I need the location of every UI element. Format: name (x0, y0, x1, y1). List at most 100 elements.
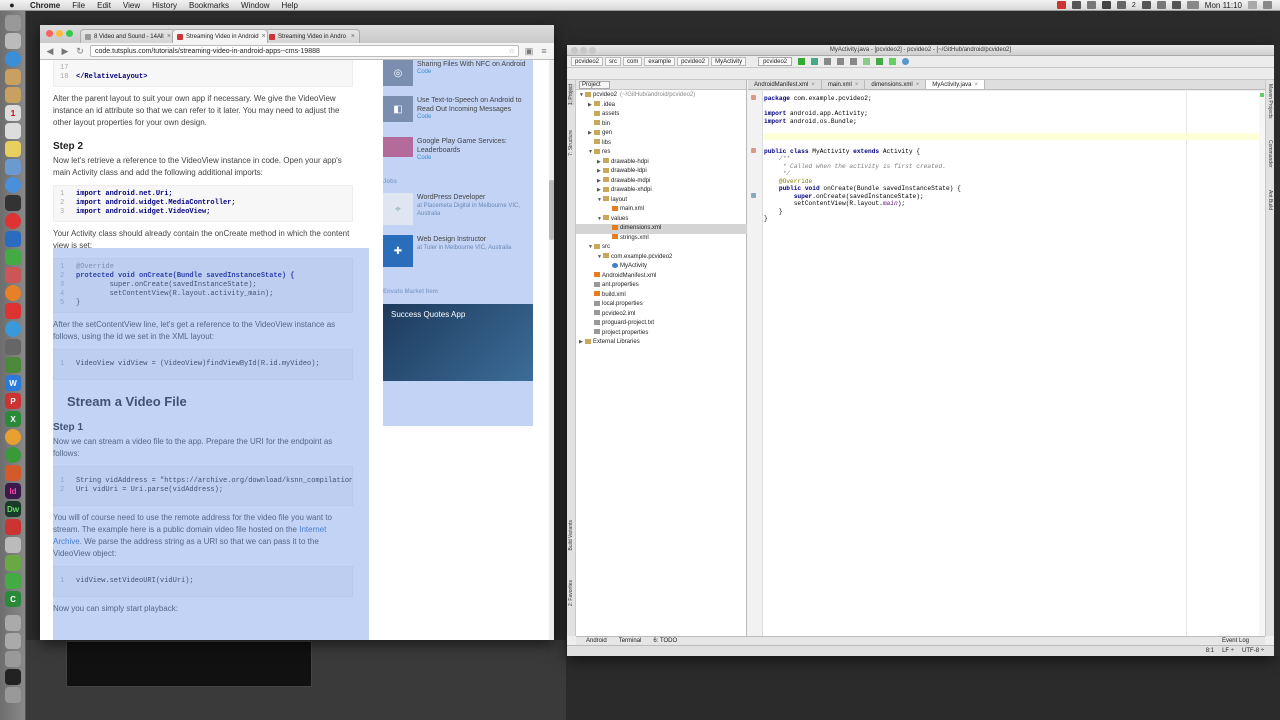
tree-item[interactable]: ▶ gen (576, 129, 747, 139)
chrome-icon[interactable] (5, 213, 21, 229)
breadcrumb-item[interactable]: com (623, 57, 643, 66)
folder-icon[interactable] (5, 651, 21, 667)
reload-icon[interactable]: ↻ (75, 46, 85, 57)
tray-app-icon[interactable] (1101, 1, 1111, 9)
calendar-icon[interactable]: 1 (5, 105, 21, 121)
firefox-icon[interactable] (5, 285, 21, 301)
project-tool-button[interactable]: 1: Project (568, 84, 574, 106)
tree-item[interactable]: ▶ External Libraries (576, 338, 747, 348)
tree-item[interactable]: strings.xml (576, 234, 747, 244)
app-icon[interactable] (5, 429, 21, 445)
dreamweaver-icon[interactable]: Dw (5, 501, 21, 517)
toolbar-icon[interactable] (837, 58, 845, 65)
app-store-icon[interactable] (5, 231, 21, 247)
override-icon[interactable] (751, 193, 756, 198)
terminal-icon[interactable] (5, 195, 21, 211)
app-icon[interactable] (5, 447, 21, 463)
tree-item[interactable]: ▼ layout (576, 196, 747, 206)
battery-icon[interactable] (1186, 1, 1199, 9)
tree-item[interactable]: ▼ pcvideo2 (~/GitHub/android/pcvideo2) (576, 91, 747, 101)
minimize-window-button[interactable] (580, 47, 587, 54)
commander-tool-button[interactable]: Commander (1267, 140, 1273, 168)
ant-build-tool-button[interactable]: Ant Build (1267, 190, 1273, 210)
fold-icon[interactable] (751, 148, 756, 153)
forward-icon[interactable]: ▶ (60, 46, 70, 57)
app-icon[interactable] (5, 303, 21, 319)
tree-item[interactable]: build.xml (576, 291, 747, 301)
editor-tab-active[interactable]: MyActivity.java × (926, 80, 986, 89)
menu-file[interactable]: File (66, 1, 91, 10)
bookmark-star-icon[interactable]: ☆ (509, 47, 518, 55)
tree-item[interactable]: ▶ drawable-hdpi (576, 158, 747, 168)
wifi-icon[interactable] (1156, 1, 1166, 9)
tree-item[interactable]: ▼ com.example.pcvideo2 (576, 253, 747, 263)
page-scrollbar[interactable] (549, 60, 554, 640)
fold-icon[interactable] (751, 95, 756, 100)
android-tool-button[interactable]: Android (586, 637, 607, 645)
app-icon[interactable] (5, 267, 21, 283)
menu-help[interactable]: Help (275, 1, 303, 10)
menu-history[interactable]: History (146, 1, 183, 10)
cursor-position[interactable]: 8:1 (1206, 646, 1214, 656)
editor-tab[interactable]: AndroidManifest.xml × (748, 80, 822, 89)
sdk-manager-icon[interactable] (876, 58, 884, 65)
acrobat-icon[interactable] (5, 519, 21, 535)
browser-tab[interactable]: Streaming Video in Andro × (264, 29, 360, 43)
powerpoint-icon[interactable]: P (5, 393, 21, 409)
tree-item[interactable]: AndroidManifest.xml (576, 272, 747, 282)
code-editor[interactable]: package com.example.pcvideo2; import and… (748, 91, 1265, 636)
sidebar-article-tag[interactable]: Code (417, 69, 526, 75)
excel-icon[interactable]: X (5, 411, 21, 427)
android-icon[interactable] (5, 555, 21, 571)
record-icon[interactable] (1056, 1, 1066, 9)
menu-window[interactable]: Window (235, 1, 275, 10)
tree-item[interactable]: ant.properties (576, 281, 747, 291)
indesign-icon[interactable]: Id (5, 483, 21, 499)
tree-item[interactable]: MyActivity (576, 262, 747, 272)
messages-icon[interactable] (5, 177, 21, 193)
tree-item[interactable]: dimensions.xml (576, 224, 747, 234)
todo-tool-button[interactable]: 6: TODO (653, 637, 677, 645)
tree-item[interactable]: ▼ values (576, 215, 747, 225)
close-tab-icon[interactable]: × (167, 33, 171, 40)
toolbar-icon[interactable] (824, 58, 832, 65)
tree-item[interactable]: ▶ drawable-ldpi (576, 167, 747, 177)
job-listing[interactable]: ⌖ WordPress Developer at Placemeta Digita… (383, 193, 533, 225)
address-bar[interactable]: code.tutsplus.com/tutorials/streaming-vi… (90, 45, 519, 57)
close-tab-icon[interactable]: × (855, 80, 859, 90)
tree-item[interactable]: main.xml (576, 205, 747, 215)
browser-tab[interactable]: 8 Video and Sound - 14All × (80, 29, 176, 43)
volume-icon[interactable] (1171, 1, 1181, 9)
close-window-button[interactable] (46, 30, 53, 37)
android-studio-icon[interactable] (5, 573, 21, 589)
close-tab-icon[interactable]: × (811, 80, 815, 90)
app-icon[interactable]: C (5, 591, 21, 607)
contacts-icon[interactable] (5, 69, 21, 85)
build-variants-tool-button[interactable]: Build Variants (568, 520, 574, 550)
job-listing[interactable]: ✚ Web Design Instructor at Tuler in Melbo… (383, 235, 533, 267)
structure-tool-button[interactable]: 7: Structure (568, 130, 574, 156)
notes-icon[interactable] (5, 87, 21, 103)
sidebar-article-tag[interactable]: Code (417, 155, 533, 161)
sidebar-article[interactable]: ◎ Sharing Files With NFC on Android Code (383, 60, 533, 86)
breadcrumb-item[interactable]: example (644, 57, 676, 66)
project-view-select[interactable]: Project (579, 80, 610, 89)
tree-item[interactable]: pcvideo2.iml (576, 310, 747, 320)
apple-icon[interactable]: ● (0, 0, 24, 10)
tree-item[interactable]: proguard-project.txt (576, 319, 747, 329)
word-icon[interactable]: W (5, 375, 21, 391)
extension-icon[interactable]: ▣ (524, 46, 534, 57)
file-encoding[interactable]: UTF-8 ÷ (1242, 646, 1264, 656)
zoom-window-button[interactable] (589, 47, 596, 54)
menu-icon[interactable]: ≡ (539, 46, 549, 56)
close-tab-icon[interactable]: × (916, 80, 920, 90)
run-configuration-select[interactable]: pcvideo2 (758, 57, 793, 66)
tree-item[interactable]: ▼ src (576, 243, 747, 253)
mail-icon[interactable] (5, 159, 21, 175)
market-item-image[interactable]: Success Quotes App (383, 304, 533, 381)
app-icon[interactable] (5, 321, 21, 337)
sidebar-article-tag[interactable]: Code (417, 114, 533, 120)
tray-app-icon[interactable] (1086, 1, 1096, 9)
terminal-tool-button[interactable]: Terminal (619, 637, 642, 645)
tree-item[interactable]: project.properties (576, 329, 747, 339)
